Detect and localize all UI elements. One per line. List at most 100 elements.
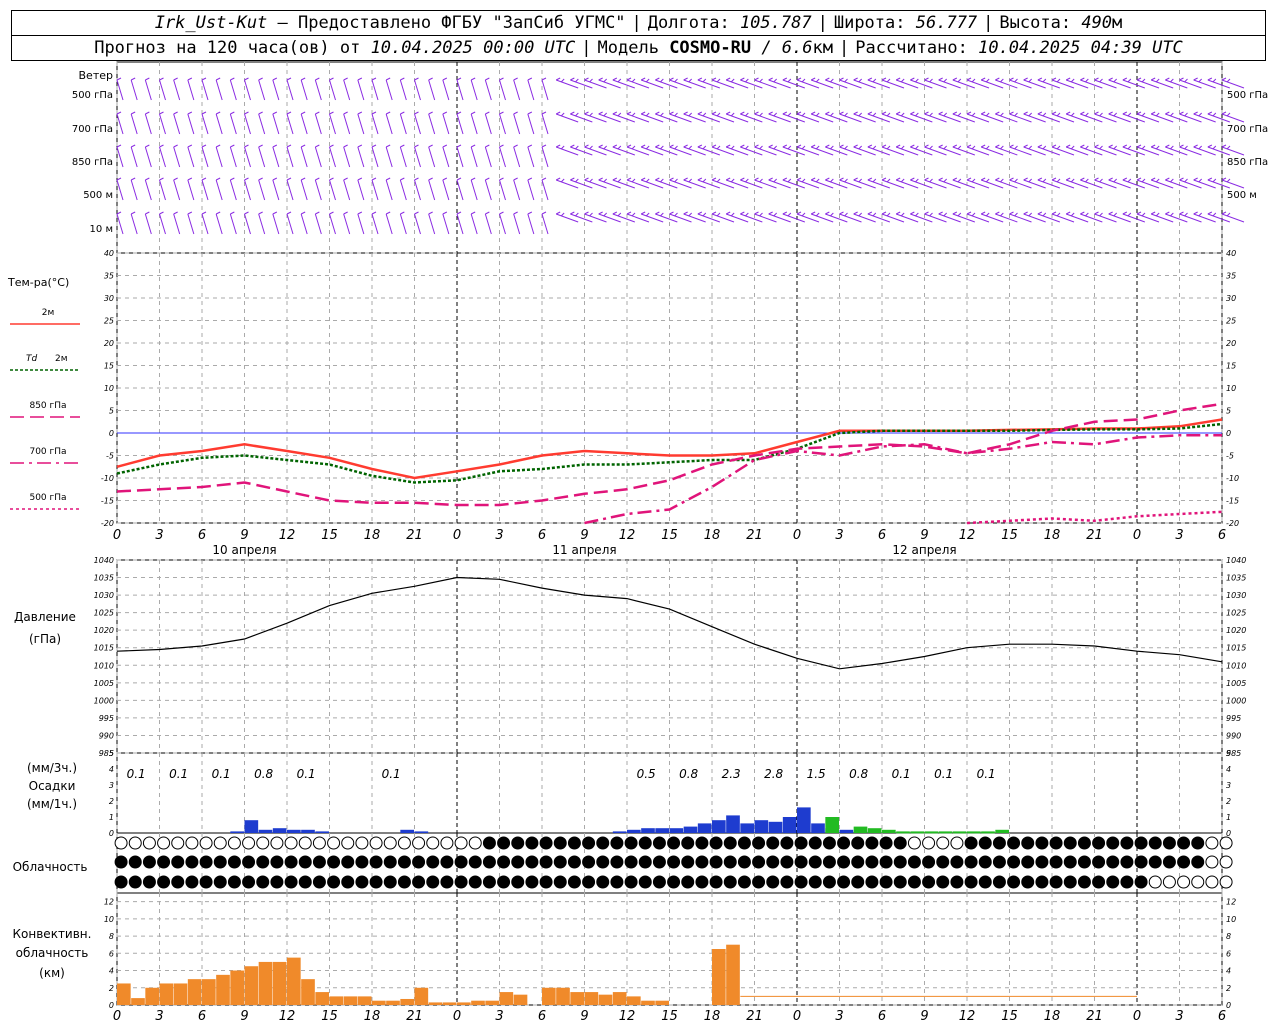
cloud-cover-symbol bbox=[667, 836, 681, 850]
wind-barb-feather bbox=[999, 212, 1004, 217]
wind-barb-feather bbox=[886, 78, 891, 83]
wind-barb-feather bbox=[159, 211, 164, 215]
cloud-cover-symbol bbox=[794, 855, 808, 869]
wind-barb-staff bbox=[470, 179, 478, 201]
wind-barb-staff bbox=[456, 179, 464, 201]
cloud-cover-symbol bbox=[624, 875, 638, 889]
wind-barb bbox=[314, 211, 322, 235]
wind-barb-feather bbox=[980, 111, 986, 115]
wind-barb bbox=[215, 111, 223, 135]
wind-barb-feather bbox=[584, 177, 589, 181]
wind-barb-feather bbox=[560, 145, 565, 150]
wind-barb-feather bbox=[1080, 77, 1085, 81]
wind-barb bbox=[329, 111, 336, 135]
wind-barb-staff bbox=[484, 146, 492, 168]
wind-barb-feather bbox=[1169, 78, 1174, 83]
wind-barb bbox=[428, 211, 436, 235]
wind-barb-feather bbox=[286, 111, 292, 115]
wind-barb-feather bbox=[655, 177, 660, 181]
wind-barb-feather bbox=[1028, 78, 1033, 83]
wind-barb-feather bbox=[1108, 111, 1113, 115]
wind-barb-feather bbox=[858, 78, 863, 83]
wind-barb-staff bbox=[371, 146, 379, 168]
wind-barb-feather bbox=[1165, 77, 1170, 81]
wind-barb-feather bbox=[1084, 178, 1089, 183]
wind-barb-feather bbox=[527, 211, 533, 215]
cloud-cover-symbol bbox=[808, 836, 822, 850]
wind-barb-feather bbox=[995, 144, 1000, 148]
wind-barb-feather bbox=[300, 144, 306, 148]
wind-barb-feather bbox=[1226, 145, 1231, 150]
wind-barb-feather bbox=[1155, 145, 1160, 150]
wind-barb-staff bbox=[244, 179, 251, 201]
wind-barb-feather bbox=[858, 112, 863, 117]
wind-barb-feather bbox=[895, 111, 901, 115]
wind-barb-feather bbox=[858, 212, 863, 217]
wind-barb-feather bbox=[759, 145, 763, 150]
wind-barb-feather bbox=[1080, 111, 1085, 115]
wind-barb-staff bbox=[329, 79, 336, 101]
wind-barb-feather bbox=[617, 145, 622, 150]
wind-barb-feather bbox=[839, 111, 844, 115]
y-tick-label-left: 6 bbox=[109, 949, 114, 958]
wind-barb-feather bbox=[1042, 212, 1047, 217]
wind-barb bbox=[541, 77, 549, 101]
cloud-cover-symbol bbox=[1106, 855, 1120, 869]
wind-barb bbox=[258, 77, 266, 101]
wind-barb-feather bbox=[1127, 112, 1132, 117]
time-tick-label: 0 bbox=[793, 1009, 801, 1024]
time-tick-label: 18 bbox=[364, 528, 381, 543]
wind-barb bbox=[159, 111, 166, 135]
wind-barb bbox=[229, 177, 237, 201]
wind-barb-feather bbox=[357, 111, 363, 115]
time-tick-label: 6 bbox=[878, 1009, 886, 1024]
wind-barb-feather bbox=[971, 212, 976, 217]
cloud-cover-symbol bbox=[822, 855, 836, 869]
wind-barb-feather bbox=[159, 144, 164, 148]
wind-barb-feather bbox=[740, 144, 745, 148]
cloud-cover-symbol bbox=[652, 875, 666, 889]
cloud-cover-symbol bbox=[596, 836, 610, 850]
wind-barb-feather bbox=[617, 212, 622, 217]
cloud-cover-symbol bbox=[312, 855, 326, 869]
wind-barb-feather bbox=[1141, 78, 1146, 83]
cloud-cover-symbol bbox=[737, 875, 751, 889]
cloud-title: Облачность bbox=[13, 860, 88, 874]
y-tick-label-right: 1030 bbox=[1226, 591, 1246, 600]
wind-barb-feather bbox=[1127, 212, 1132, 217]
pressure-line bbox=[116, 576, 1223, 670]
wind-barb-feather bbox=[645, 145, 650, 150]
wind-barb bbox=[258, 177, 266, 201]
wind-barb-feather bbox=[230, 211, 235, 215]
wind-barb-feather bbox=[787, 145, 792, 150]
cloud-cover-symbol bbox=[1148, 836, 1162, 850]
convective-bar bbox=[542, 987, 556, 1005]
wind-barb bbox=[187, 111, 195, 135]
wind-barb-feather bbox=[1193, 111, 1198, 115]
wind-barb-feather bbox=[1165, 111, 1170, 115]
y-tick-label-left: 990 bbox=[99, 731, 114, 740]
y-tick-label-right: 8 bbox=[1226, 932, 1231, 941]
y-tick-label-left: 4 bbox=[109, 967, 114, 976]
wind-barb bbox=[300, 77, 308, 101]
cloud-cover-symbol bbox=[199, 875, 213, 889]
wind-barb-feather bbox=[603, 178, 608, 183]
precip-tick-left: 3 bbox=[109, 781, 114, 790]
wind-barb-feather bbox=[1155, 212, 1160, 217]
wind-barb bbox=[272, 177, 280, 201]
wind-barb-feather bbox=[300, 77, 306, 81]
time-tick-label: 3 bbox=[155, 528, 163, 543]
wind-barb bbox=[385, 177, 393, 201]
wind-barb-feather bbox=[744, 178, 749, 183]
wind-barb-feather bbox=[145, 77, 150, 81]
wind-barb-feather bbox=[1084, 78, 1089, 83]
wind-barb-feather bbox=[315, 144, 320, 148]
precip-3h-total: 0.1 bbox=[169, 767, 188, 781]
wind-barb bbox=[173, 77, 181, 101]
wind-barb-feather bbox=[900, 112, 905, 117]
wind-barb-feather bbox=[825, 111, 830, 115]
cloud-cover-symbol bbox=[1049, 855, 1063, 869]
y-tick-label-right: 15 bbox=[1226, 362, 1236, 371]
wind-barb-feather bbox=[1028, 178, 1033, 183]
cloud-cover-symbol bbox=[383, 875, 397, 889]
